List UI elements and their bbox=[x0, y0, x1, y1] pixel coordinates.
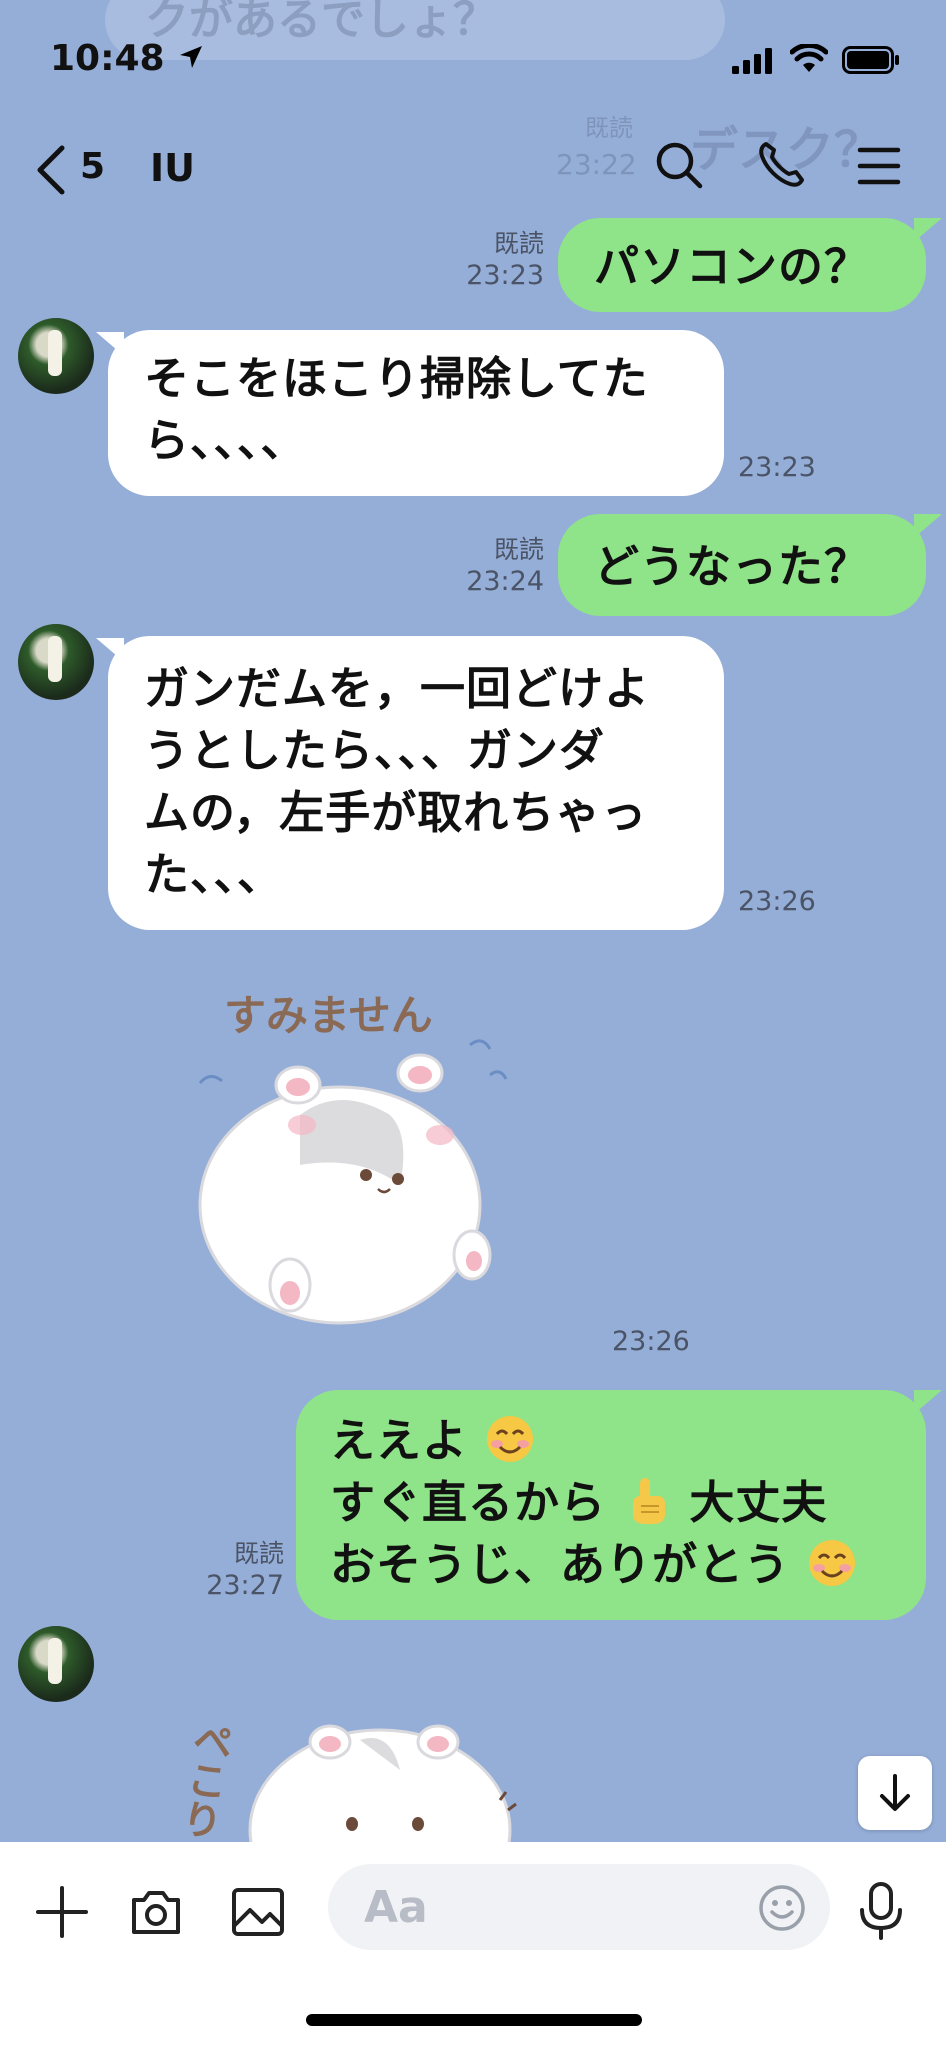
message-line: そこをほこり掃除してた bbox=[144, 352, 649, 405]
message-meta: 既読 23:23 bbox=[440, 228, 544, 292]
message-line: ガンだムを，一回どけよ bbox=[144, 662, 651, 715]
unread-count[interactable]: 5 bbox=[80, 146, 105, 187]
plus-icon[interactable] bbox=[34, 1884, 90, 1940]
message-time: 23:23 bbox=[738, 452, 816, 483]
cellular-signal-icon bbox=[732, 48, 772, 74]
phone-icon[interactable] bbox=[756, 140, 806, 190]
message-time: 23:23 bbox=[466, 260, 544, 291]
status-bar: 10:48 bbox=[0, 0, 946, 110]
message-line-text: 大丈夫 bbox=[689, 1476, 828, 1529]
message-line: うとしたら、、、ガンダ bbox=[144, 724, 606, 777]
chevron-left-icon[interactable] bbox=[32, 142, 68, 198]
microphone-icon[interactable] bbox=[856, 1882, 906, 1942]
menu-icon[interactable] bbox=[856, 144, 902, 188]
location-arrow-icon bbox=[180, 46, 202, 68]
message-line: すぐ直るから 大丈夫 bbox=[330, 1472, 890, 1534]
read-receipt: 既読 bbox=[233, 1539, 284, 1568]
message-bubble[interactable]: ええよ すぐ直るから 大丈夫 おそうじ、ありがとう bbox=[296, 1390, 926, 1620]
message-bubble[interactable]: パソコンの？ bbox=[558, 218, 926, 312]
avatar[interactable] bbox=[18, 624, 94, 700]
arrow-down-icon bbox=[880, 1774, 910, 1811]
image-icon[interactable] bbox=[230, 1884, 286, 1940]
message-line-text: ええよ bbox=[330, 1414, 469, 1467]
message-line: おそうじ、ありがとう bbox=[330, 1534, 890, 1596]
battery-icon bbox=[842, 46, 899, 74]
status-time: 10:48 bbox=[50, 38, 165, 79]
scroll-to-bottom-button[interactable] bbox=[858, 1756, 932, 1830]
message-text: パソコンの？ bbox=[594, 240, 871, 293]
sticker-hamster-sorry[interactable]: すみません bbox=[190, 975, 530, 1345]
input-placeholder: Aa bbox=[364, 1882, 428, 1933]
sticker-caption: ペこり bbox=[190, 1717, 235, 1842]
avatar[interactable] bbox=[18, 1626, 94, 1702]
bubble-tail bbox=[914, 1390, 942, 1414]
search-icon[interactable] bbox=[654, 140, 704, 190]
message-time: 23:24 bbox=[466, 566, 544, 597]
message-line-text: おそうじ、ありがとう bbox=[330, 1538, 791, 1591]
message-bubble[interactable]: どうなった？ bbox=[558, 514, 926, 616]
avatar[interactable] bbox=[18, 318, 94, 394]
smiling-face-emoji bbox=[486, 1416, 533, 1462]
message-bubble[interactable]: そこをほこり掃除してた ら、、、、 bbox=[108, 330, 724, 496]
bubble-tail bbox=[914, 514, 942, 538]
message-line: ら、、、、 bbox=[144, 414, 307, 467]
smiley-icon[interactable] bbox=[758, 1884, 806, 1932]
message-line: ええよ bbox=[330, 1410, 890, 1472]
camera-icon[interactable] bbox=[128, 1884, 184, 1940]
smiling-face-emoji bbox=[808, 1540, 855, 1586]
message-text: どうなった？ bbox=[594, 540, 871, 593]
message-composer: Aa bbox=[0, 1842, 946, 2048]
message-time: 23:27 bbox=[206, 1570, 284, 1601]
message-time: 23:26 bbox=[612, 1326, 690, 1357]
read-receipt: 既読 bbox=[493, 229, 544, 258]
sticker-hamster-bow[interactable]: ペこり bbox=[190, 1700, 530, 1842]
message-bubble[interactable]: ガンだムを，一回どけよ うとしたら、、、ガンダ ムの，左手が取れちゃっ た、、、 bbox=[108, 636, 724, 930]
home-indicator bbox=[306, 2014, 642, 2026]
sticker-caption: すみません bbox=[224, 991, 433, 1040]
pointing-up-emoji bbox=[632, 1478, 665, 1524]
message-meta: 既読 23:27 bbox=[180, 1538, 284, 1602]
message-input[interactable]: Aa bbox=[328, 1864, 830, 1950]
message-meta: 既読 23:24 bbox=[440, 534, 544, 598]
chat-header: 5 IU bbox=[0, 120, 946, 220]
message-line: た、、、 bbox=[144, 848, 284, 901]
chat-title: IU bbox=[150, 146, 195, 190]
bubble-tail bbox=[914, 218, 942, 242]
message-line-text: すぐ直るから bbox=[330, 1476, 607, 1529]
message-time: 23:26 bbox=[738, 886, 816, 917]
message-line: ムの，左手が取れちゃっ bbox=[144, 786, 648, 839]
wifi-icon bbox=[790, 44, 828, 72]
read-receipt: 既読 bbox=[493, 535, 544, 564]
